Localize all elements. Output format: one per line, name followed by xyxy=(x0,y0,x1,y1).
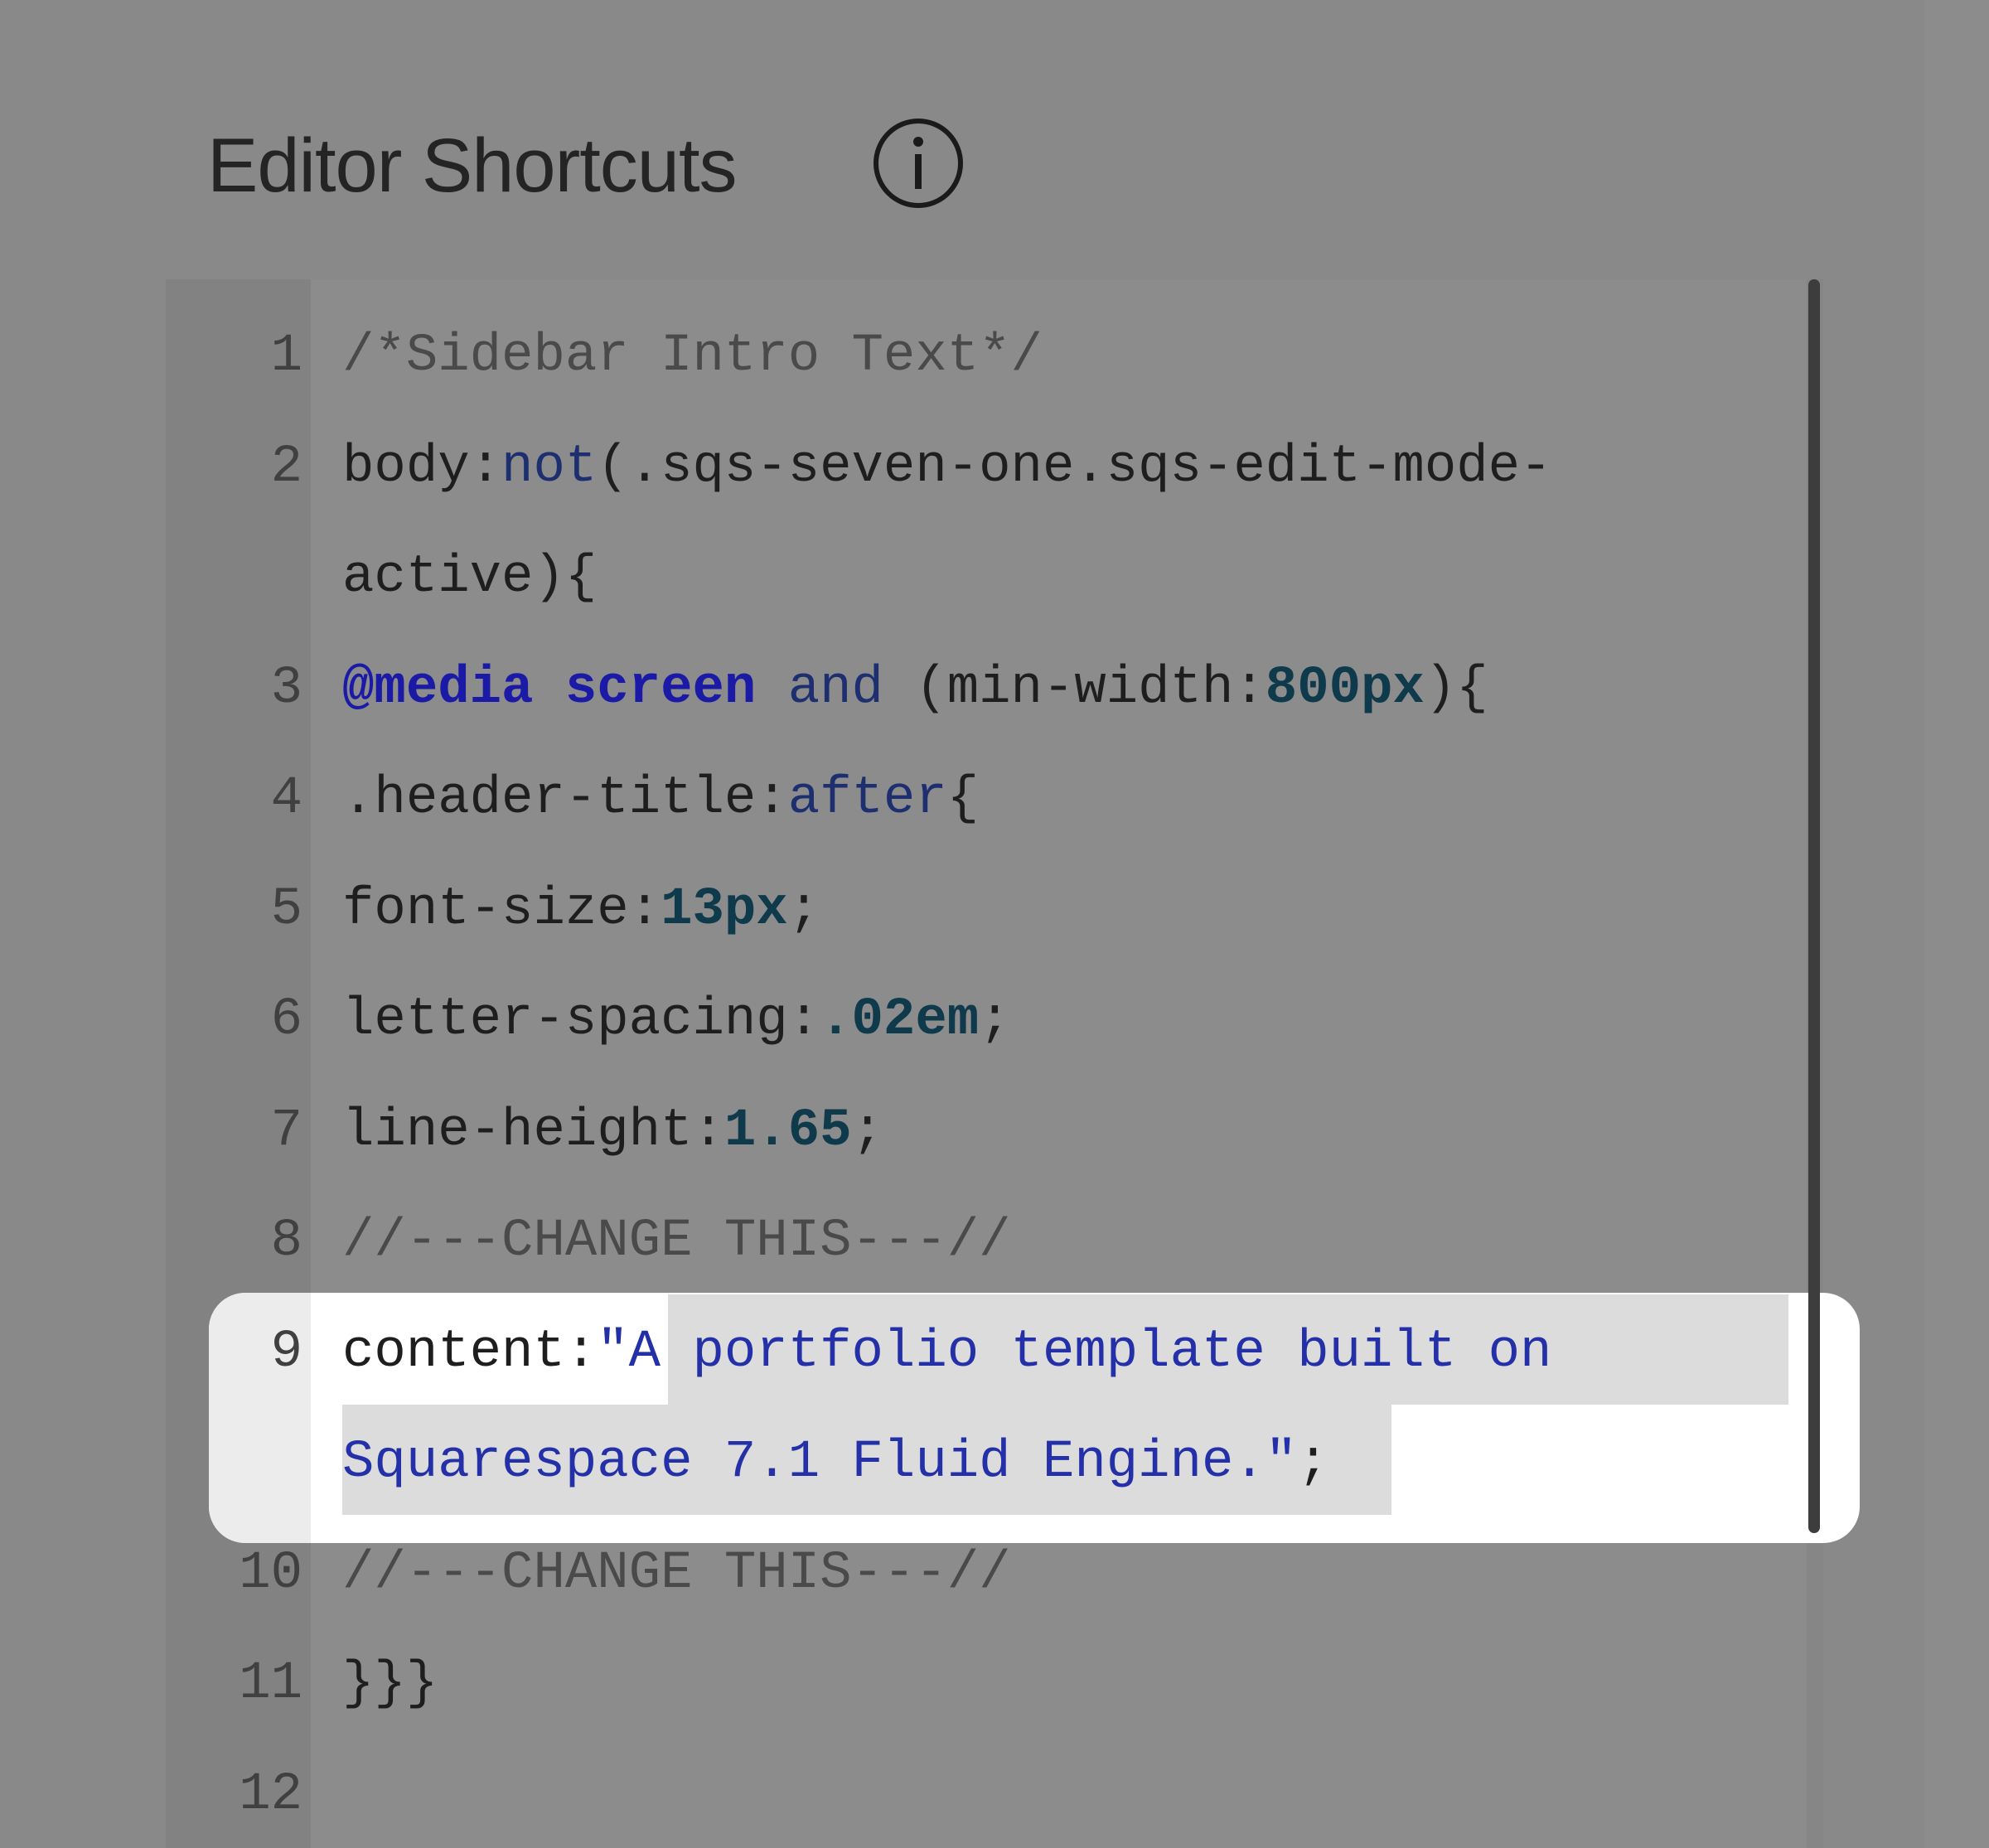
code-text: }}} xyxy=(342,1629,438,1739)
line-number: 4 xyxy=(270,769,302,829)
code-text: /*Sidebar Intro Text*/ xyxy=(342,302,1043,412)
code-token: "A portfolio template built on xyxy=(597,1322,1552,1382)
app-window: Editor Shortcuts 1 /*Sidebar Intro Text*/… xyxy=(0,0,1989,1848)
code-token: screen xyxy=(564,658,757,718)
line-number: 5 xyxy=(270,879,302,940)
code-token: 800px xyxy=(1265,658,1425,718)
code-token: Squarespace 7.1 Fluid Engine." xyxy=(342,1433,1298,1492)
code-text: active){ xyxy=(342,523,597,633)
info-icon[interactable] xyxy=(872,117,965,210)
code-token: not xyxy=(501,437,598,497)
panel-header: Editor Shortcuts xyxy=(207,108,738,224)
line-number: 10 xyxy=(239,1543,302,1604)
code-token: @media xyxy=(342,658,534,718)
code-text: font-size:13px; xyxy=(342,855,820,965)
line-number: 11 xyxy=(239,1654,302,1714)
line-number: 7 xyxy=(270,1101,302,1161)
code-token: body: xyxy=(342,437,502,497)
code-token: }}} xyxy=(342,1654,438,1714)
panel-title: Editor Shortcuts xyxy=(207,123,738,208)
code-token: font-size: xyxy=(342,879,661,940)
code-token: and xyxy=(787,658,883,718)
code-text: @media screen and (min-width:800px){ xyxy=(342,634,1488,744)
code-token: (.sqs-seven-one.sqs-edit-mode- xyxy=(597,437,1552,497)
code-token: //---CHANGE THIS---// xyxy=(342,1212,1011,1271)
line-number: 3 xyxy=(270,658,302,718)
code-token: ; xyxy=(787,879,820,940)
code-token: letter-spacing: xyxy=(342,990,820,1050)
code-token: .header-title: xyxy=(342,769,788,829)
code-token: active){ xyxy=(342,548,598,607)
code-token: /*Sidebar Intro Text*/ xyxy=(342,327,1043,386)
code-text: //---CHANGE THIS---// xyxy=(342,1519,1011,1629)
code-token: ; xyxy=(1297,1433,1329,1492)
code-token: 13px xyxy=(661,879,788,940)
backdrop-edge xyxy=(1924,0,1989,1848)
line-number: 6 xyxy=(270,990,302,1050)
code-token: ; xyxy=(979,990,1011,1050)
code-text: body:not(.sqs-seven-one.sqs-edit-mode- xyxy=(342,413,1551,523)
line-number: 12 xyxy=(239,1764,302,1825)
code-token: line-height: xyxy=(342,1101,724,1161)
code-token: { xyxy=(946,769,980,829)
code-text: content:"A portfolio template built on xyxy=(342,1298,1551,1408)
code-text: .header-title:after{ xyxy=(342,744,979,854)
code-token: content: xyxy=(342,1322,598,1382)
scrollbar-thumb-highlighted[interactable] xyxy=(1808,1293,1820,1533)
line-number: 1 xyxy=(270,327,302,386)
code-token: ){ xyxy=(1424,658,1488,718)
code-token: .02em xyxy=(820,990,980,1050)
code-token: (min-width: xyxy=(883,658,1266,718)
code-token: ; xyxy=(851,1101,883,1161)
line-number: 9 xyxy=(270,1322,302,1382)
code-text: //---CHANGE THIS---// xyxy=(342,1187,1011,1297)
code-token: after xyxy=(787,769,947,829)
code-text: letter-spacing:.02em; xyxy=(342,965,1011,1076)
code-text: line-height:1.65; xyxy=(342,1076,883,1187)
code-text: Squarespace 7.1 Fluid Engine."; xyxy=(342,1408,1329,1518)
code-token: 1.65 xyxy=(723,1101,852,1161)
line-number: 2 xyxy=(270,437,302,497)
code-token: //---CHANGE THIS---// xyxy=(342,1543,1011,1604)
line-number: 8 xyxy=(270,1212,302,1271)
